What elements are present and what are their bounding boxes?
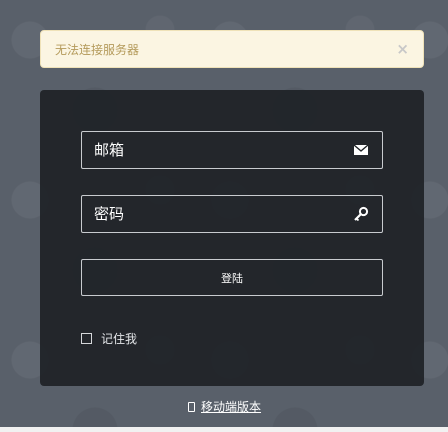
login-button[interactable]: 登陆	[81, 259, 383, 296]
email-input[interactable]	[94, 141, 334, 159]
envelope-icon	[352, 141, 370, 159]
login-panel: 登陆 记住我	[40, 90, 424, 386]
remember-me-toggle[interactable]: 记住我	[81, 330, 137, 347]
mobile-version-link[interactable]: 移动端版本	[188, 398, 261, 415]
password-field[interactable]	[81, 195, 383, 233]
mobile-version-label[interactable]: 移动端版本	[201, 398, 261, 415]
bottom-edge-bar	[0, 427, 448, 432]
close-icon[interactable]: ×	[396, 41, 409, 57]
key-icon	[352, 205, 370, 223]
email-field[interactable]	[81, 131, 383, 169]
alert-message: 无法连接服务器	[55, 42, 140, 57]
mobile-phone-icon	[188, 401, 195, 412]
remember-me-checkbox[interactable]	[81, 333, 92, 344]
connection-error-alert: 无法连接服务器 ×	[40, 30, 424, 68]
remember-me-label: 记住我	[101, 332, 138, 346]
password-input[interactable]	[94, 205, 334, 223]
